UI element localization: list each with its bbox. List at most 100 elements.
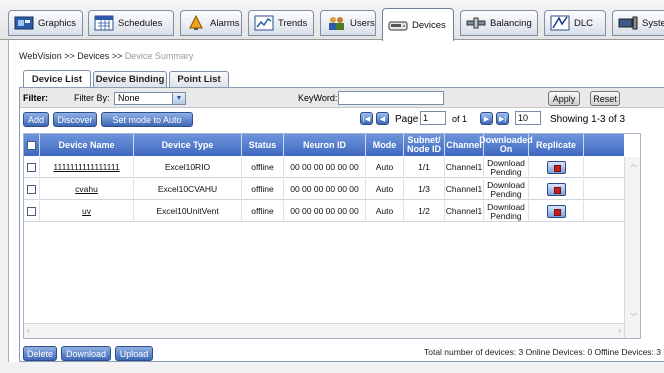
page-size-input[interactable] <box>515 111 541 125</box>
page-count-label: of 1 <box>452 114 468 124</box>
filter-bar: Filter: Filter By: None ▼ KeyWord: Apply… <box>20 88 664 108</box>
download-button[interactable]: Download <box>61 346 111 361</box>
device-list-content: Filter: Filter By: None ▼ KeyWord: Apply… <box>19 87 664 362</box>
column-header-device-name[interactable]: Device Name <box>40 134 134 156</box>
table-header: Device Name Device Type Status Neuron ID… <box>24 134 624 156</box>
select-all-cell <box>24 134 40 156</box>
neuron-id-cell: 00 00 00 00 00 00 <box>284 201 366 222</box>
device-toolbar: Add Discover Set mode to Auto |◀ ◀ Page … <box>20 109 664 131</box>
device-table: Device Name Device Type Status Neuron ID… <box>23 133 641 339</box>
replicate-cell <box>529 201 584 222</box>
breadcrumb-separator: >> <box>111 51 123 61</box>
keyword-input[interactable] <box>338 91 444 105</box>
delete-button[interactable]: Delete <box>23 346 57 361</box>
horizontal-scrollbar[interactable]: ‹ › <box>24 323 624 338</box>
tab-alarms[interactable]: Alarms <box>180 10 242 36</box>
scroll-down-icon[interactable]: ﹀ <box>630 312 637 322</box>
replicate-cell <box>529 179 584 200</box>
upload-button[interactable]: Upload <box>115 346 153 361</box>
device-type-cell: Excel10CVAHU <box>134 179 242 200</box>
column-header-device-type[interactable]: Device Type <box>134 134 242 156</box>
breadcrumb-root[interactable]: WebVision <box>19 51 62 61</box>
scroll-right-icon[interactable]: › <box>618 326 621 335</box>
device-totals-summary: Total number of devices: 3 Online Device… <box>423 347 661 357</box>
last-page-icon[interactable]: ▶| <box>496 112 509 125</box>
table-row[interactable]: 1111111111111111 Excel10RIO offline 00 0… <box>24 157 624 178</box>
device-type-cell: Excel10UnitVent <box>134 201 242 222</box>
select-all-checkbox[interactable] <box>27 140 36 150</box>
subtab-point-list-label: Point List <box>177 74 221 85</box>
balancing-icon <box>466 15 486 31</box>
neuron-id-cell: 00 00 00 00 00 00 <box>284 157 366 178</box>
replicate-icon[interactable] <box>546 161 566 174</box>
breadcrumb-devices[interactable]: Devices <box>77 51 109 61</box>
replicate-icon[interactable] <box>546 183 566 196</box>
subtab-device-binding[interactable]: Device Binding <box>93 71 167 87</box>
chevron-down-icon[interactable]: ▼ <box>172 93 185 104</box>
filter-by-select[interactable]: None ▼ <box>114 92 186 105</box>
tab-devices[interactable]: Devices <box>382 8 454 41</box>
tab-dlc-label: DLC <box>574 17 594 29</box>
column-header-neuron-id[interactable]: Neuron ID <box>284 134 366 156</box>
mode-cell: Auto <box>366 157 404 178</box>
discover-button[interactable]: Discover <box>53 112 97 127</box>
trends-icon <box>254 15 274 31</box>
subnet-node-cell: 1/1 <box>404 157 445 178</box>
previous-page-icon[interactable]: ◀ <box>376 112 389 125</box>
row-select-cell <box>24 179 40 200</box>
filter-by-value: None <box>118 93 140 103</box>
apply-button[interactable]: Apply <box>548 91 580 106</box>
table-row[interactable]: cvahu Excel10CVAHU offline 00 00 00 00 0… <box>24 179 624 200</box>
subtab-device-binding-label: Device Binding <box>95 74 165 85</box>
replicate-cell <box>529 157 584 178</box>
reset-button[interactable]: Reset <box>590 91 620 106</box>
alarms-icon <box>186 14 206 31</box>
row-checkbox[interactable] <box>27 163 36 172</box>
tab-users[interactable]: Users <box>320 10 376 36</box>
device-name-link[interactable]: 1111111111111111 <box>53 163 119 172</box>
column-header-downloaded-on[interactable]: Downloaded On <box>479 134 533 156</box>
device-name-link[interactable]: uv <box>82 207 91 216</box>
row-checkbox[interactable] <box>27 185 36 194</box>
tab-balancing[interactable]: Balancing <box>460 10 538 36</box>
column-header-replicate[interactable]: Replicate <box>529 134 584 156</box>
subnet-node-cell: 1/2 <box>404 201 445 222</box>
breadcrumb-separator: >> <box>64 51 75 61</box>
replicate-icon[interactable] <box>546 205 566 218</box>
set-mode-auto-button[interactable]: Set mode to Auto <box>101 112 193 127</box>
filter-by-label: Filter By: <box>74 93 110 103</box>
tab-devices-label: Devices <box>412 19 446 31</box>
downloaded-on-cell: Download Pending <box>484 179 529 200</box>
next-page-icon[interactable]: ▶ <box>480 112 493 125</box>
tab-schedules[interactable]: Schedules <box>88 10 174 36</box>
subtab-point-list[interactable]: Point List <box>169 71 229 87</box>
subtab-device-list[interactable]: Device List <box>23 70 91 88</box>
vertical-scrollbar[interactable]: ︿ ﹀ <box>624 157 640 338</box>
tab-system[interactable]: System <box>612 10 664 36</box>
page-label: Page <box>395 114 419 125</box>
device-name-cell: cvahu <box>40 179 134 200</box>
tab-trends[interactable]: Trends <box>248 10 314 36</box>
row-checkbox[interactable] <box>27 207 36 216</box>
first-page-icon[interactable]: |◀ <box>360 112 373 125</box>
downloaded-on-cell: Download Pending <box>484 157 529 178</box>
column-header-channel[interactable]: Channel <box>445 134 484 156</box>
status-cell: offline <box>242 157 284 178</box>
system-icon <box>618 15 638 31</box>
users-icon <box>326 15 346 31</box>
graphics-icon <box>14 15 34 31</box>
tab-graphics[interactable]: Graphics <box>8 10 83 36</box>
device-name-link[interactable]: cvahu <box>75 185 98 194</box>
downloaded-on-cell: Download Pending <box>484 201 529 222</box>
device-summary-panel: WebVision >> Devices >> Device Summary D… <box>8 40 664 362</box>
scroll-left-icon[interactable]: ‹ <box>27 326 30 335</box>
column-header-subnet-node-id[interactable]: Subnet/ Node ID <box>404 134 445 156</box>
bottom-action-bar: Delete Download Upload Total number of d… <box>20 343 664 363</box>
page-number-input[interactable] <box>420 111 446 125</box>
tab-dlc[interactable]: DLC <box>544 10 606 36</box>
column-header-status[interactable]: Status <box>242 134 284 156</box>
column-header-mode[interactable]: Mode <box>366 134 404 156</box>
table-row[interactable]: uv Excel10UnitVent offline 00 00 00 00 0… <box>24 201 624 222</box>
add-button[interactable]: Add <box>23 112 49 127</box>
scroll-up-icon[interactable]: ︿ <box>630 159 637 169</box>
